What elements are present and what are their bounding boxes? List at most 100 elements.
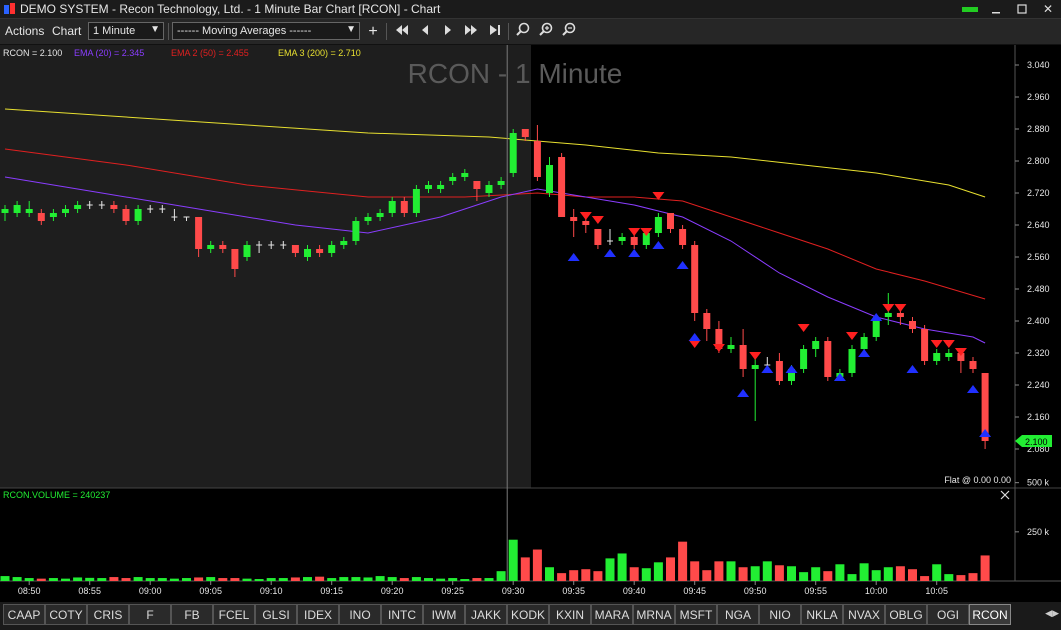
fast-forward-icon — [465, 25, 477, 35]
price-tick-label: 2.560 — [1027, 252, 1050, 262]
study-value: ------ Moving Averages ------ — [177, 25, 312, 37]
add-study-button[interactable]: + — [363, 22, 383, 41]
tab-ino[interactable]: INO — [339, 604, 381, 625]
tab-idex[interactable]: IDEX — [297, 604, 339, 625]
toolbar-divider — [386, 23, 387, 40]
last-price-label: 2.100 — [1025, 437, 1048, 447]
candle-body — [364, 217, 372, 221]
actions-menu[interactable]: Actions — [5, 24, 44, 38]
zoom-out-icon — [562, 22, 576, 36]
volume-tick-label: 500 k — [1027, 478, 1050, 488]
volume-bar — [472, 578, 482, 581]
volume-bar — [73, 577, 83, 581]
title-bar[interactable]: DEMO SYSTEM - Recon Technology, Ltd. - 1… — [0, 0, 1061, 19]
tab-kodk[interactable]: KODK — [507, 604, 549, 625]
volume-bar — [738, 567, 748, 581]
tab-cris[interactable]: CRIS — [87, 604, 129, 625]
interval-select[interactable]: 1 Minute ▼ — [88, 22, 164, 40]
tab-iwm[interactable]: IWM — [423, 604, 465, 625]
time-tick-label: 09:10 — [260, 586, 283, 596]
tab-fb[interactable]: FB — [171, 604, 213, 625]
volume-bar — [932, 564, 942, 581]
candle-body — [497, 181, 505, 185]
candle-body — [340, 241, 348, 245]
tab-scroll[interactable]: ◀▶ — [1045, 608, 1059, 619]
chart-area[interactable]: RCON - 1 Minute RCON = 2.100 EMA (20) = … — [0, 45, 1061, 601]
price-tick-label: 2.720 — [1027, 188, 1050, 198]
tab-mrna[interactable]: MRNA — [633, 604, 675, 625]
price-axis[interactable]: 3.040 2.960 2.880 2.800 2.720 2.640 2.560 2.480… — [1015, 60, 1050, 454]
chart-menu[interactable]: Chart — [52, 24, 81, 38]
volume-axis: 500 k 250 k — [1015, 478, 1050, 537]
candle-body — [860, 337, 868, 349]
tab-glsi[interactable]: GLSI — [255, 604, 297, 625]
maximize-icon[interactable] — [1009, 0, 1035, 18]
tab-scroll-right-icon[interactable]: ▶ — [1052, 608, 1059, 618]
volume-bar — [290, 577, 300, 581]
volume-bar — [448, 578, 458, 581]
tab-nio[interactable]: NIO — [759, 604, 801, 625]
prev-bar-button[interactable] — [415, 22, 435, 41]
tab-jakk[interactable]: JAKK — [465, 604, 507, 625]
candle-body — [449, 177, 457, 181]
tab-intc[interactable]: INTC — [381, 604, 423, 625]
volume-bar — [303, 577, 312, 581]
volume-bar — [980, 555, 990, 581]
price-tick-label: 2.800 — [1027, 156, 1050, 166]
tab-msft[interactable]: MSFT — [675, 604, 717, 625]
zoom-out-button[interactable] — [559, 22, 579, 41]
volume-bar — [0, 576, 10, 581]
volume-bar — [327, 578, 337, 581]
first-bar-button[interactable] — [392, 22, 412, 41]
position-status: Flat @ 0.00 0.00 — [944, 475, 1011, 485]
zoom-in-button[interactable] — [536, 22, 556, 41]
time-tick-label: 09:00 — [139, 586, 162, 596]
tab-coty[interactable]: COTY — [45, 604, 87, 625]
close-icon[interactable]: ✕ — [1035, 0, 1061, 18]
price-tick-label: 2.640 — [1027, 220, 1050, 230]
volume-bar — [690, 561, 700, 581]
tab-nkla[interactable]: NKLA — [801, 604, 843, 625]
volume-bar — [266, 578, 276, 581]
candle-body — [425, 185, 432, 189]
tab-mara[interactable]: MARA — [591, 604, 633, 625]
tab-ogi[interactable]: OGI — [927, 604, 969, 625]
minimize-icon[interactable] — [983, 0, 1009, 18]
volume-bar — [48, 578, 58, 581]
tab-nvax[interactable]: NVAX — [843, 604, 885, 625]
volume-bar — [774, 565, 784, 581]
tab-fcel[interactable]: FCEL — [213, 604, 255, 625]
volume-bar — [799, 572, 809, 581]
window-title: DEMO SYSTEM - Recon Technology, Ltd. - 1… — [20, 2, 441, 16]
study-select[interactable]: ------ Moving Averages ------ ▼ — [172, 22, 360, 40]
volume-bar — [787, 566, 796, 581]
volume-bar — [399, 578, 409, 581]
indicator-legend: RCON = 2.100 EMA (20) = 2.345 EMA 2 (50)… — [3, 48, 361, 58]
candle-body — [896, 313, 904, 317]
tab-kxin[interactable]: KXIN — [549, 604, 591, 625]
candle-body — [13, 205, 21, 213]
last-bar-button[interactable] — [485, 22, 505, 41]
candle-body — [400, 201, 408, 213]
volume-bar — [726, 561, 736, 581]
tab-caap[interactable]: CAAP — [3, 604, 45, 625]
time-tick-label: 09:30 — [502, 586, 525, 596]
volume-bar — [242, 578, 252, 581]
price-tick-label: 2.480 — [1027, 284, 1050, 294]
fast-forward-button[interactable] — [461, 22, 481, 41]
tab-rcon[interactable]: RCON — [969, 604, 1011, 625]
volume-bar — [895, 566, 905, 581]
toolbar-divider — [508, 23, 509, 40]
chart-background-history — [0, 45, 531, 488]
candle-body — [558, 157, 566, 217]
tab-oblg[interactable]: OBLG — [885, 604, 927, 625]
tab-f[interactable]: F — [129, 604, 171, 625]
next-bar-button[interactable] — [438, 22, 458, 41]
tab-nga[interactable]: NGA — [717, 604, 759, 625]
toolbar-divider — [168, 23, 169, 40]
zoom-button[interactable] — [513, 22, 533, 41]
price-chart[interactable]: RCON - 1 Minute RCON = 2.100 EMA (20) = … — [0, 45, 1061, 601]
time-tick-label: 09:05 — [199, 586, 222, 596]
time-tick-label: 10:00 — [865, 586, 888, 596]
volume-bar — [593, 571, 603, 581]
